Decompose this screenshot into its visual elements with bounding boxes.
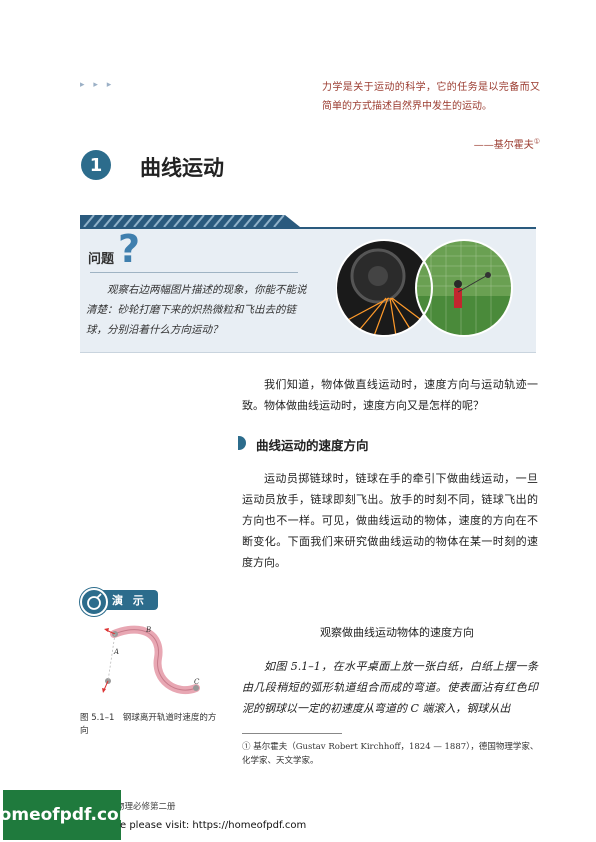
footnote: ① 基尔霍夫（Gustav Robert Kirchhoff，1824 — 18… [242,742,539,766]
label-c: C [194,678,200,686]
epigraph-quote: 力学是关于运动的科学，它的任务是以完备而又简单的方式描述自然界中发生的运动。 [322,82,540,112]
problem-title: 问题 [88,252,115,267]
footnote-ref: ① [533,137,540,146]
demo-paragraph: 如图 5.1–1，在水平桌面上放一张白纸，白纸上摆一条由几段稍短的弧形轨道组合而… [242,660,538,715]
label-b: B [145,626,151,634]
demo-label: 演 示 [100,590,158,610]
section-title: 曲线运动 [140,156,224,180]
problem-text: 观察右边两幅图片描述的现象，你能不能说清楚：砂轮打磨下来的炽热微粒和飞出去的链球… [86,284,307,336]
author-name: ——基尔霍夫 [473,140,534,151]
demo-title: 观察做曲线运动物体的速度方向 [320,626,474,639]
intro-paragraph: 我们知道，物体做直线运动时，速度方向与运动轨迹一致。物体做曲线运动时，速度方向又… [242,378,538,412]
subsection-title: 曲线运动的速度方向 [256,438,369,453]
section-number-badge: 1 [81,150,111,180]
figure-caption: 图 5.1–1 钢球离开轨道时速度的方向 [80,713,217,736]
label-a: A [113,648,119,656]
subsection-marker [238,436,246,450]
demo-icon [80,588,108,616]
problem-photos [336,239,513,337]
track-figure: B A C [102,625,200,694]
header-arrows: ▸ ▸ ▸ [80,80,115,90]
visit-link[interactable]: e please visit: https://homeofpdf.com [120,820,306,831]
stripe-decoration [80,215,300,227]
brand-logo[interactable]: homeofpdf.com [0,790,136,840]
question-mark-icon: ? [118,227,141,271]
footnote-divider [242,733,342,734]
problem-divider [90,272,298,273]
subsection-paragraph: 运动员掷链球时，链球在手的牵引下做曲线运动，一旦运动员放手，链球即刻飞出。放手的… [242,472,538,569]
epigraph-author: ——基尔霍夫① [400,136,540,151]
